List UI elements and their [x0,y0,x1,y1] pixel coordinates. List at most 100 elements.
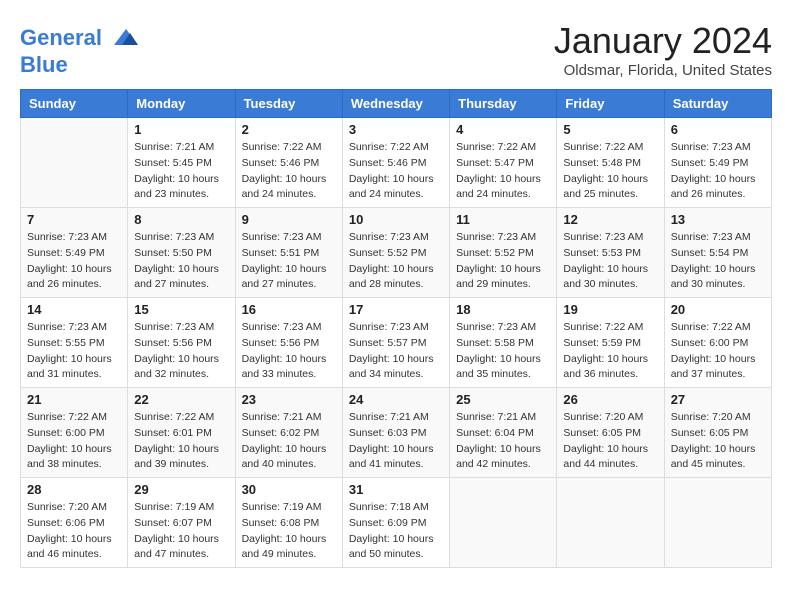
day-info: Sunrise: 7:23 AMSunset: 5:54 PMDaylight:… [671,230,765,293]
calendar-cell: 30Sunrise: 7:19 AMSunset: 6:08 PMDayligh… [235,478,342,568]
day-info: Sunrise: 7:23 AMSunset: 5:56 PMDaylight:… [134,320,228,383]
day-header-monday: Monday [128,90,235,118]
day-number: 13 [671,212,765,227]
day-info: Sunrise: 7:20 AMSunset: 6:05 PMDaylight:… [671,410,765,473]
day-number: 27 [671,392,765,407]
day-info: Sunrise: 7:23 AMSunset: 5:57 PMDaylight:… [349,320,443,383]
calendar-cell: 8 Sunrise: 7:23 AMSunset: 5:50 PMDaylight… [128,208,235,298]
day-info: Sunrise: 7:23 AMSunset: 5:49 PMDaylight:… [27,230,121,293]
day-number: 19 [563,302,657,317]
day-number: 14 [27,302,121,317]
calendar-cell: 13 Sunrise: 7:23 AMSunset: 5:54 PMDayligh… [664,208,771,298]
calendar-cell: 11 Sunrise: 7:23 AMSunset: 5:52 PMDayligh… [450,208,557,298]
day-number: 8 [134,212,228,227]
calendar-week-5: 28 Sunrise: 7:20 AMSunset: 6:06 PMDayligh… [21,478,772,568]
day-info: Sunrise: 7:18 AMSunset: 6:09 PMDaylight:… [349,500,443,563]
day-info: Sunrise: 7:20 AMSunset: 6:06 PMDaylight:… [27,500,121,563]
day-info: Sunrise: 7:23 AMSunset: 5:49 PMDaylight:… [671,140,765,203]
calendar-cell: 4 Sunrise: 7:22 AMSunset: 5:47 PMDaylight… [450,118,557,208]
day-info: Sunrise: 7:21 AMSunset: 5:45 PMDaylight:… [134,140,228,203]
day-header-saturday: Saturday [664,90,771,118]
calendar-cell: 24Sunrise: 7:21 AMSunset: 6:03 PMDayligh… [342,388,449,478]
day-number: 23 [242,392,336,407]
day-number: 1 [134,122,228,137]
day-info: Sunrise: 7:22 AMSunset: 5:48 PMDaylight:… [563,140,657,203]
calendar-week-4: 21Sunrise: 7:22 AMSunset: 6:00 PMDayligh… [21,388,772,478]
day-number: 30 [242,482,336,497]
day-number: 4 [456,122,550,137]
calendar-cell [21,118,128,208]
day-info: Sunrise: 7:21 AMSunset: 6:03 PMDaylight:… [349,410,443,473]
calendar-cell: 16 Sunrise: 7:23 AMSunset: 5:56 PMDayligh… [235,298,342,388]
day-info: Sunrise: 7:23 AMSunset: 5:56 PMDaylight:… [242,320,336,383]
day-number: 16 [242,302,336,317]
calendar-cell: 15 Sunrise: 7:23 AMSunset: 5:56 PMDayligh… [128,298,235,388]
calendar-cell: 19 Sunrise: 7:22 AMSunset: 5:59 PMDayligh… [557,298,664,388]
day-info: Sunrise: 7:23 AMSunset: 5:52 PMDaylight:… [349,230,443,293]
day-number: 15 [134,302,228,317]
day-number: 2 [242,122,336,137]
calendar-cell: 6Sunrise: 7:23 AMSunset: 5:49 PMDaylight… [664,118,771,208]
calendar-cell: 29Sunrise: 7:19 AMSunset: 6:07 PMDayligh… [128,478,235,568]
calendar-cell: 9Sunrise: 7:23 AMSunset: 5:51 PMDaylight… [235,208,342,298]
day-header-wednesday: Wednesday [342,90,449,118]
calendar-header-row: SundayMondayTuesdayWednesdayThursdayFrid… [21,90,772,118]
calendar-cell: 12 Sunrise: 7:23 AMSunset: 5:53 PMDayligh… [557,208,664,298]
calendar-cell: 21Sunrise: 7:22 AMSunset: 6:00 PMDayligh… [21,388,128,478]
day-number: 18 [456,302,550,317]
calendar-cell: 17 Sunrise: 7:23 AMSunset: 5:57 PMDayligh… [342,298,449,388]
day-number: 12 [563,212,657,227]
calendar-cell: 1 Sunrise: 7:21 AMSunset: 5:45 PMDaylight… [128,118,235,208]
calendar-cell: 27 Sunrise: 7:20 AMSunset: 6:05 PMDayligh… [664,388,771,478]
day-info: Sunrise: 7:23 AMSunset: 5:50 PMDaylight:… [134,230,228,293]
day-info: Sunrise: 7:23 AMSunset: 5:55 PMDaylight:… [27,320,121,383]
calendar-week-1: 1 Sunrise: 7:21 AMSunset: 5:45 PMDaylight… [21,118,772,208]
day-info: Sunrise: 7:23 AMSunset: 5:51 PMDaylight:… [242,230,336,293]
calendar-body: 1 Sunrise: 7:21 AMSunset: 5:45 PMDaylight… [21,118,772,568]
day-header-tuesday: Tuesday [235,90,342,118]
month-title: January 2024 [554,20,772,62]
day-info: Sunrise: 7:22 AMSunset: 6:01 PMDaylight:… [134,410,228,473]
day-number: 11 [456,212,550,227]
day-info: Sunrise: 7:22 AMSunset: 5:47 PMDaylight:… [456,140,550,203]
day-number: 10 [349,212,443,227]
calendar-cell: 3Sunrise: 7:22 AMSunset: 5:46 PMDaylight… [342,118,449,208]
day-info: Sunrise: 7:21 AMSunset: 6:02 PMDaylight:… [242,410,336,473]
calendar-table: SundayMondayTuesdayWednesdayThursdayFrid… [20,89,772,568]
logo-text2: Blue [20,53,142,77]
calendar-cell: 14 Sunrise: 7:23 AMSunset: 5:55 PMDayligh… [21,298,128,388]
calendar-cell: 2 Sunrise: 7:22 AMSunset: 5:46 PMDaylight… [235,118,342,208]
day-number: 17 [349,302,443,317]
day-number: 3 [349,122,443,137]
calendar-cell: 18 Sunrise: 7:23 AMSunset: 5:58 PMDayligh… [450,298,557,388]
day-number: 26 [563,392,657,407]
calendar-cell: 10 Sunrise: 7:23 AMSunset: 5:52 PMDayligh… [342,208,449,298]
day-info: Sunrise: 7:23 AMSunset: 5:53 PMDaylight:… [563,230,657,293]
day-header-sunday: Sunday [21,90,128,118]
calendar-cell: 31 Sunrise: 7:18 AMSunset: 6:09 PMDayligh… [342,478,449,568]
calendar-cell: 23 Sunrise: 7:21 AMSunset: 6:02 PMDayligh… [235,388,342,478]
calendar-week-3: 14 Sunrise: 7:23 AMSunset: 5:55 PMDayligh… [21,298,772,388]
calendar-cell: 25Sunrise: 7:21 AMSunset: 6:04 PMDayligh… [450,388,557,478]
logo: General Blue [20,25,142,77]
day-number: 5 [563,122,657,137]
day-number: 22 [134,392,228,407]
day-number: 31 [349,482,443,497]
calendar-cell: 5 Sunrise: 7:22 AMSunset: 5:48 PMDaylight… [557,118,664,208]
calendar-cell [557,478,664,568]
title-area: January 2024 Oldsmar, Florida, United St… [554,20,772,79]
day-info: Sunrise: 7:23 AMSunset: 5:58 PMDaylight:… [456,320,550,383]
page-header: General Blue January 2024 Oldsmar, Flori… [20,20,772,79]
day-number: 25 [456,392,550,407]
day-number: 29 [134,482,228,497]
day-header-friday: Friday [557,90,664,118]
day-number: 7 [27,212,121,227]
calendar-week-2: 7 Sunrise: 7:23 AMSunset: 5:49 PMDaylight… [21,208,772,298]
day-info: Sunrise: 7:22 AMSunset: 6:00 PMDaylight:… [27,410,121,473]
day-info: Sunrise: 7:23 AMSunset: 5:52 PMDaylight:… [456,230,550,293]
day-number: 28 [27,482,121,497]
day-info: Sunrise: 7:22 AMSunset: 5:46 PMDaylight:… [242,140,336,203]
calendar-cell: 7 Sunrise: 7:23 AMSunset: 5:49 PMDaylight… [21,208,128,298]
calendar-cell: 20Sunrise: 7:22 AMSunset: 6:00 PMDayligh… [664,298,771,388]
day-info: Sunrise: 7:22 AMSunset: 5:59 PMDaylight:… [563,320,657,383]
